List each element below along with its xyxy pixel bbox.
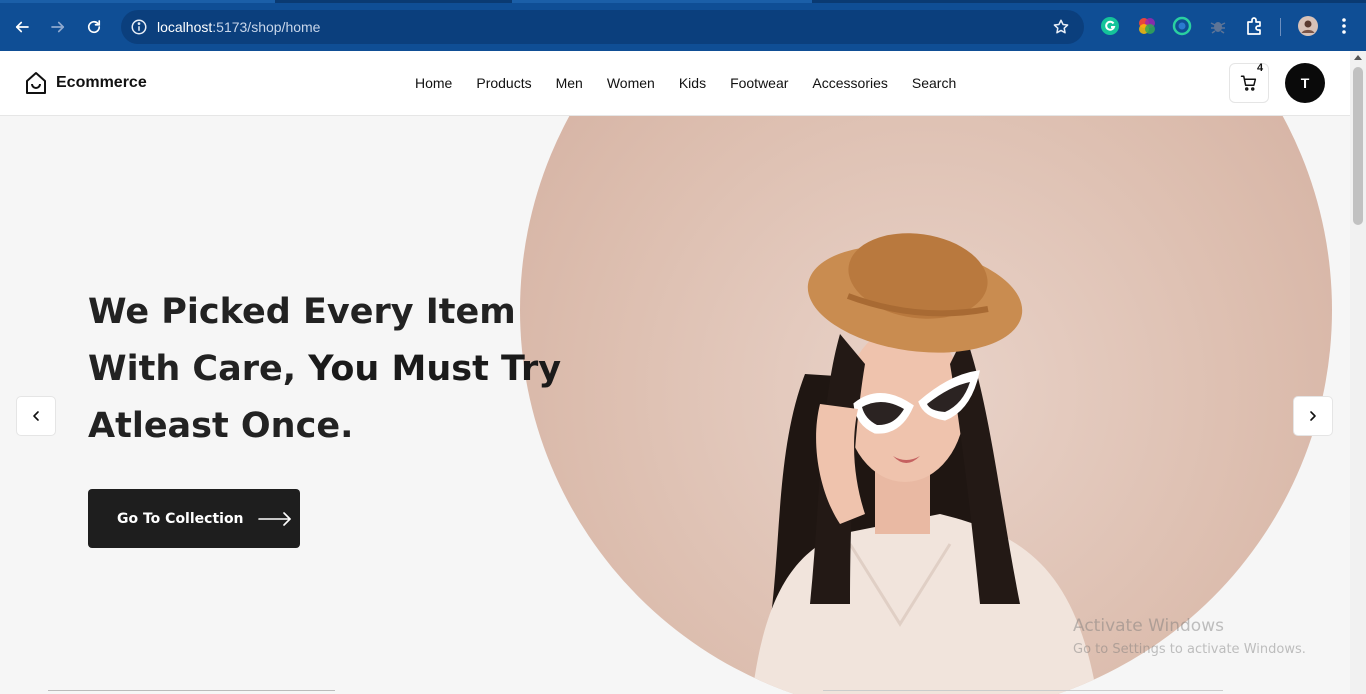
nav-home[interactable]: Home xyxy=(415,75,452,91)
cta-label: Go To Collection xyxy=(117,510,244,527)
main-navigation: Home Products Men Women Kids Footwear Ac… xyxy=(415,75,956,91)
grammarly-extension-icon[interactable] xyxy=(1100,16,1120,36)
scroll-up-arrow-icon[interactable] xyxy=(1354,55,1362,60)
hero-image xyxy=(520,116,1332,694)
site-info-icon[interactable] xyxy=(130,18,148,36)
watermark-subtitle: Go to Settings to activate Windows. xyxy=(1073,642,1306,657)
record-extension-icon[interactable] xyxy=(1172,16,1192,36)
nav-search[interactable]: Search xyxy=(912,75,956,91)
color-picker-extension-icon[interactable] xyxy=(1137,16,1157,36)
bottom-divider xyxy=(48,690,335,691)
page-scrollbar[interactable] xyxy=(1350,51,1366,694)
hero-headline-line1: We Picked Every Item xyxy=(88,292,516,332)
chevron-left-icon xyxy=(33,411,39,421)
hero-banner: We Picked Every Item With Care, You Must… xyxy=(0,116,1350,694)
bookmark-star-icon[interactable] xyxy=(1052,18,1070,36)
cart-count-badge: 4 xyxy=(1257,62,1264,74)
browser-menu-icon[interactable] xyxy=(1334,16,1354,36)
address-bar[interactable]: localhost:5173/shop/home xyxy=(121,10,1084,44)
chevron-right-icon xyxy=(1310,411,1316,421)
cart-icon xyxy=(1240,75,1257,91)
nav-products[interactable]: Products xyxy=(476,75,531,91)
arrow-right-icon xyxy=(257,511,291,526)
windows-activation-watermark: Activate Windows Go to Settings to activ… xyxy=(1073,616,1306,657)
url-text[interactable]: localhost:5173/shop/home xyxy=(157,19,320,35)
hero-headline-emphasis: You Must Try xyxy=(308,349,562,389)
tab-strip xyxy=(0,0,1366,3)
logo-text: Ecommerce xyxy=(56,74,147,91)
bottom-divider-right xyxy=(823,690,1223,691)
forward-icon[interactable] xyxy=(45,14,71,40)
store-logo-icon xyxy=(26,72,46,94)
site-header: Ecommerce Home Products Men Women Kids F… xyxy=(0,51,1350,116)
hero-headline-line3: Atleast Once. xyxy=(88,406,354,446)
nav-footwear[interactable]: Footwear xyxy=(730,75,788,91)
toolbar-divider xyxy=(1280,18,1281,36)
extensions-puzzle-icon[interactable] xyxy=(1245,16,1265,36)
nav-women[interactable]: Women xyxy=(607,75,655,91)
model-photo-illustration xyxy=(752,233,1097,694)
browser-toolbar: localhost:5173/shop/home xyxy=(0,0,1366,51)
user-avatar[interactable]: T xyxy=(1285,63,1325,103)
nav-men[interactable]: Men xyxy=(556,75,583,91)
go-to-collection-button[interactable]: Go To Collection xyxy=(88,489,300,548)
hero-headline: We Picked Every Item With Care, You Must… xyxy=(88,284,561,455)
watermark-title: Activate Windows xyxy=(1073,616,1224,636)
bug-extension-icon[interactable] xyxy=(1208,16,1228,36)
nav-accessories[interactable]: Accessories xyxy=(812,75,887,91)
back-icon[interactable] xyxy=(9,14,35,40)
site-logo[interactable]: Ecommerce xyxy=(25,71,147,95)
profile-avatar-icon[interactable] xyxy=(1298,16,1318,36)
hero-headline-line2: With Care, xyxy=(88,349,309,389)
nav-kids[interactable]: Kids xyxy=(679,75,706,91)
scrollbar-thumb[interactable] xyxy=(1353,67,1363,225)
slider-prev-button[interactable] xyxy=(16,396,56,436)
reload-icon[interactable] xyxy=(81,14,107,40)
slider-next-button[interactable] xyxy=(1293,396,1333,436)
